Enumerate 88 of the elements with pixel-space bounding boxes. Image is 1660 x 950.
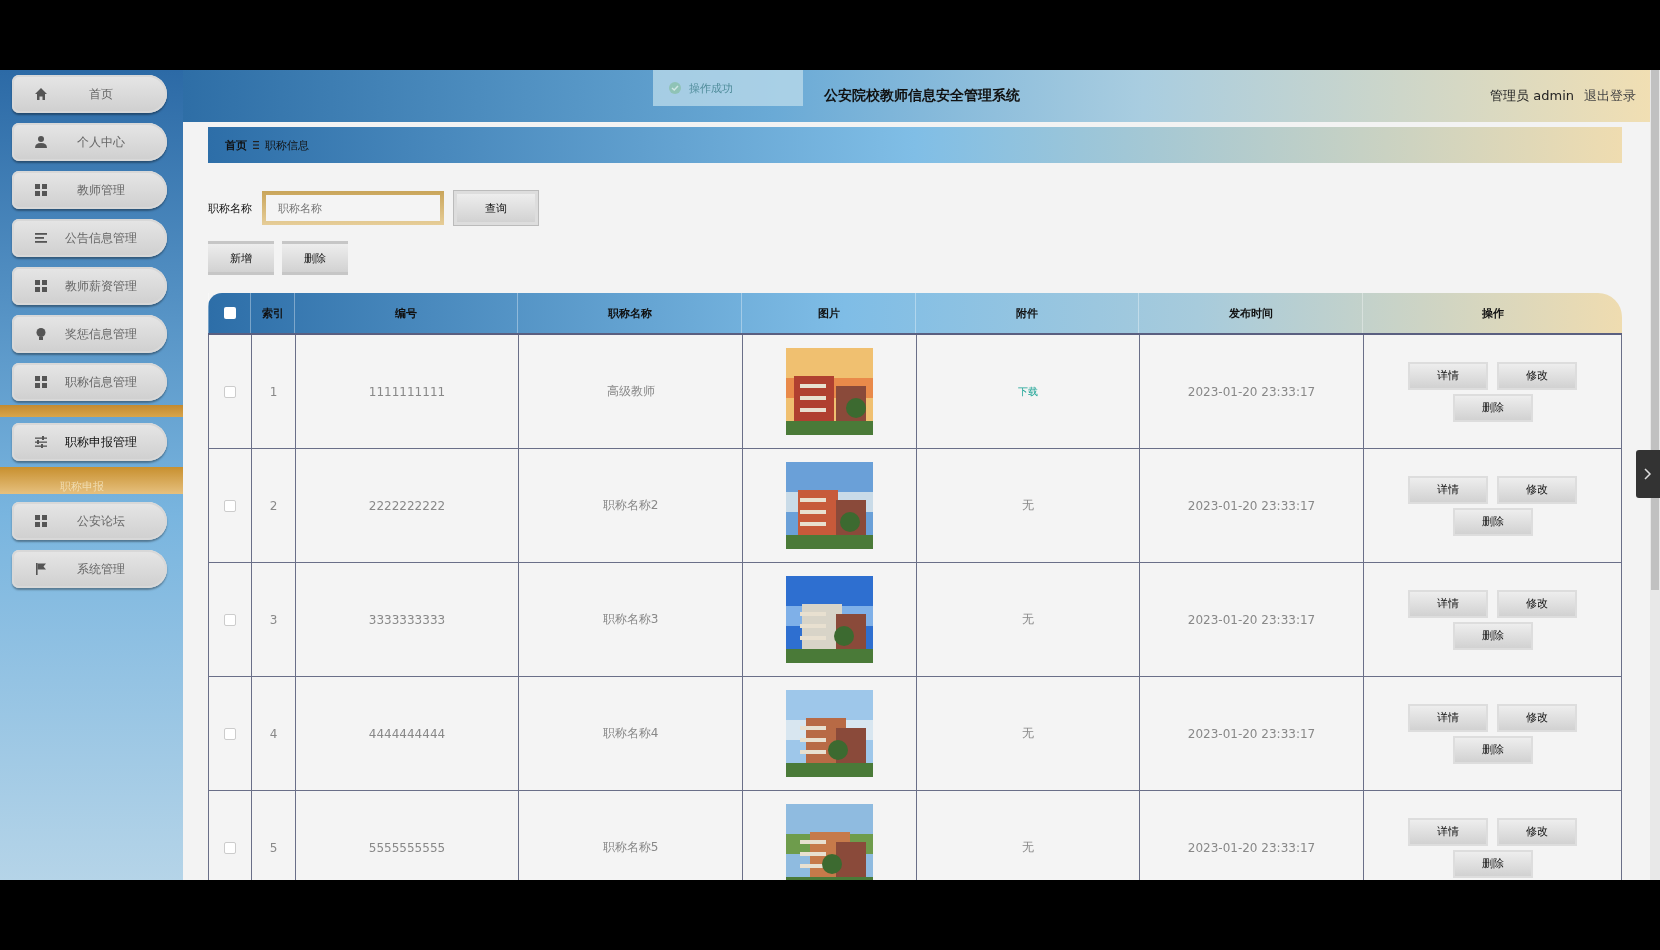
user-label: 管理员 admin [1490,87,1574,105]
field-label: 职称名称 [208,200,252,216]
app-title: 公安院校教师信息安全管理系统 [823,87,1020,105]
sidebar-item[interactable]: 奖惩信息管理 [12,315,167,353]
sidebar-item[interactable]: 公告信息管理 [12,219,167,257]
table-cell: 高级教师 [606,383,655,400]
row-action-button[interactable]: 详情 [1408,361,1488,390]
table-cell: 2023-01-20 23:33:17 [1187,726,1316,741]
column-header: 图片 [741,293,915,333]
toolbar-button[interactable]: 删除 [282,241,348,275]
table-cell: 职称名称4 [602,725,659,742]
table-cell: 4 [269,726,278,741]
separator-icon [253,141,259,149]
table-cell: 无 [1022,611,1034,628]
row-action-button[interactable]: 详情 [1408,703,1488,732]
search-field[interactable]: 职称名称 [262,191,444,225]
table-cell: 2023-01-20 23:33:17 [1187,384,1316,399]
table-cell: 4444444444 [368,726,446,741]
lightbulb-icon [34,327,48,341]
logout-link[interactable]: 退出登录 [1584,87,1636,105]
expand-tab[interactable] [1636,450,1660,498]
sidebar-item[interactable]: 系统管理 [12,550,167,588]
chevron-icon [1644,468,1652,480]
table-cell: 5 [269,840,278,855]
row-action-button[interactable]: 修改 [1497,361,1577,390]
row-action-button[interactable]: 删除 [1452,507,1533,536]
table-cell: 无 [1022,839,1034,856]
row-action-button[interactable]: 详情 [1408,475,1488,504]
table-cell: 职称名称3 [602,611,659,628]
row-checkbox[interactable] [224,499,236,512]
table-cell: 无 [1022,725,1034,742]
row-action-button[interactable]: 详情 [1408,589,1488,618]
table-cell: 2 [269,498,278,513]
row-action-button[interactable]: 删除 [1452,735,1533,764]
grid-icon [34,514,48,528]
scrollbar[interactable] [1650,70,1660,880]
person-icon [34,135,48,149]
table-cell: 2023-01-20 23:33:17 [1187,612,1316,627]
row-action-button[interactable]: 删除 [1452,849,1533,878]
column-header: 操作 [1362,293,1622,333]
row-action-button[interactable]: 删除 [1452,393,1533,422]
sidebar-item[interactable]: 个人中心 [12,123,167,161]
sidebar-item[interactable]: 职称信息管理 [12,363,167,401]
row-checkbox[interactable] [224,727,236,740]
row-action-button[interactable]: 修改 [1497,589,1577,618]
table-cell: 3 [269,612,278,627]
select-all-checkbox[interactable] [223,307,236,319]
table-cell: 2023-01-20 23:33:17 [1187,498,1316,513]
grid-icon [34,183,48,197]
sidebar-item[interactable]: 职称申报管理 [12,423,167,461]
column-header: 索引 [250,293,294,333]
sidebar-item[interactable]: 首页 [12,75,167,113]
table-cell: 5555555555 [368,840,446,855]
toolbar-button[interactable]: 新增 [208,241,274,275]
table-cell: 1111111111 [368,384,446,399]
breadcrumb-link[interactable]: 首页 [225,137,247,153]
row-checkbox[interactable] [224,841,236,854]
column-header: 职称名称 [517,293,741,333]
row-checkbox[interactable] [224,385,236,398]
sidebar-item[interactable]: 教师管理 [12,171,167,209]
grid-icon [34,375,48,389]
toast-text: 操作成功 [689,80,733,96]
table-cell: 职称名称2 [602,497,659,514]
table-cell: 3333333333 [368,612,446,627]
row-action-button[interactable]: 修改 [1497,817,1577,846]
column-header: 发布时间 [1138,293,1362,333]
query-button[interactable]: 查询 [454,191,538,225]
row-action-button[interactable]: 详情 [1408,817,1488,846]
breadcrumb-current: 职称信息 [265,137,309,153]
table-cell: 2023-01-20 23:33:17 [1187,840,1316,855]
table-cell: 1 [269,384,278,399]
row-action-button[interactable]: 修改 [1497,703,1577,732]
column-header: 附件 [915,293,1138,333]
row-action-button[interactable]: 删除 [1452,621,1533,650]
grid-icon [34,279,48,293]
sidebar-item[interactable]: 公安论坛 [12,502,167,540]
home-icon [34,87,48,101]
table-cell: 无 [1022,497,1034,514]
table-cell: 职称名称5 [602,839,659,856]
table-cell: 2222222222 [368,498,446,513]
column-header: 编号 [294,293,517,333]
check-icon [669,82,681,94]
row-checkbox[interactable] [224,613,236,626]
sidebar-item[interactable]: 教师薪资管理 [12,267,167,305]
row-action-button[interactable]: 修改 [1497,475,1577,504]
flag-icon [34,562,48,576]
sliders-icon [34,435,48,449]
list-icon [34,231,48,245]
